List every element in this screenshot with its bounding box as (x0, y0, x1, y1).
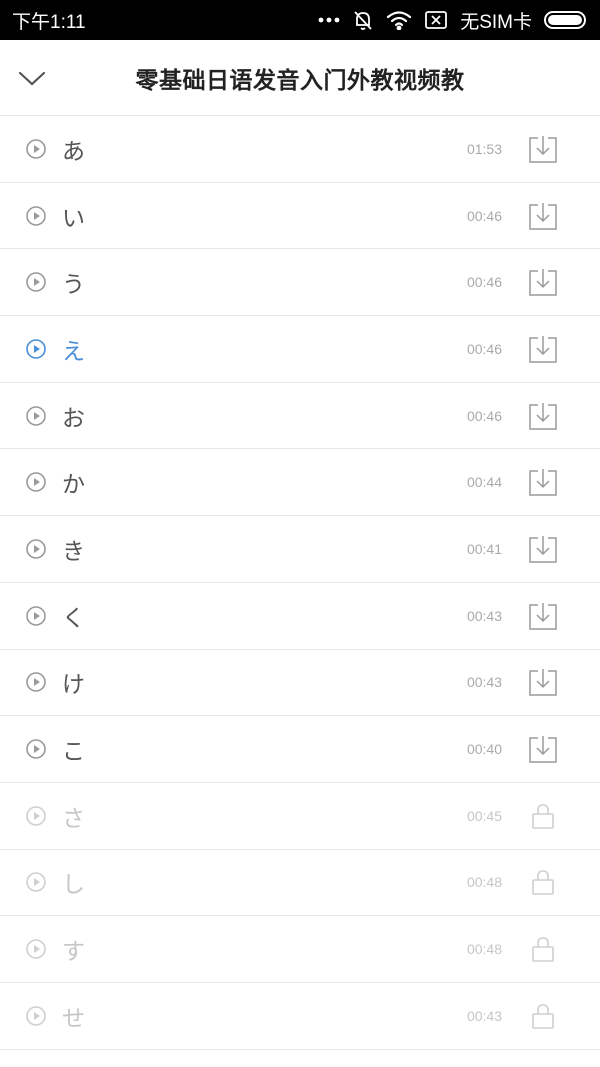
download-icon[interactable] (528, 467, 558, 497)
play-circle-icon[interactable] (25, 205, 47, 227)
lesson-row[interactable]: う 00:46 (0, 249, 600, 317)
download-icon[interactable] (528, 667, 558, 697)
lesson-duration: 00:46 (466, 340, 502, 357)
play-circle-icon[interactable] (25, 1005, 47, 1027)
play-circle-icon[interactable] (25, 671, 47, 693)
lesson-row[interactable]: こ 00:40 (0, 716, 600, 783)
play-circle-icon[interactable] (25, 538, 47, 560)
collapse-button[interactable] (16, 62, 48, 94)
lesson-duration: 00:48 (466, 874, 502, 891)
lesson-row[interactable]: く 00:43 (0, 583, 600, 650)
lesson-row[interactable]: か 00:44 (0, 449, 600, 517)
lesson-duration: 00:43 (466, 607, 502, 624)
lesson-row[interactable]: さ 00:45 (0, 783, 600, 850)
play-circle-icon[interactable] (25, 805, 47, 827)
lesson-row[interactable]: え 00:46 (0, 316, 600, 383)
page-title: 零基础日语发音入门外教视频教 (135, 67, 465, 94)
lesson-title: す (62, 939, 85, 966)
lesson-title: く (62, 605, 85, 632)
play-circle-icon[interactable] (25, 938, 47, 960)
play-circle-icon[interactable] (25, 138, 47, 160)
lock-icon (528, 934, 558, 964)
download-icon[interactable] (528, 267, 558, 297)
lesson-title: こ (62, 739, 85, 766)
lesson-duration: 00:46 (466, 274, 502, 291)
chevron-down-icon (18, 71, 46, 86)
lesson-duration: 00:46 (466, 407, 502, 424)
download-icon[interactable] (528, 134, 558, 164)
lesson-duration: 01:53 (466, 140, 502, 157)
lesson-duration: 00:45 (466, 807, 502, 824)
more-dots-icon (318, 16, 340, 24)
lesson-row[interactable]: お 00:46 (0, 383, 600, 450)
page-header: 零基础日语发音入门外教视频教 (0, 40, 600, 116)
lesson-title: あ (62, 138, 85, 165)
lesson-duration: 00:43 (466, 1007, 502, 1024)
lock-icon (528, 801, 558, 831)
lesson-row[interactable]: せ 00:43 (0, 983, 600, 1050)
download-icon[interactable] (528, 401, 558, 431)
download-icon[interactable] (528, 334, 558, 364)
lesson-duration: 00:43 (466, 674, 502, 691)
lesson-row[interactable]: き 00:41 (0, 516, 600, 583)
lock-icon (528, 867, 558, 897)
download-icon[interactable] (528, 201, 558, 231)
lesson-duration: 00:40 (466, 741, 502, 758)
download-icon[interactable] (528, 734, 558, 764)
status-bar: 下午1:11 无SIM卡 (0, 0, 600, 40)
status-icons: 无SIM卡 (318, 7, 588, 34)
lesson-row[interactable]: す 00:48 (0, 916, 600, 983)
lesson-title: し (62, 872, 85, 899)
status-time: 下午1:11 (12, 11, 86, 33)
lesson-title: せ (62, 1005, 85, 1032)
lesson-title: か (62, 472, 85, 499)
play-circle-icon[interactable] (25, 405, 47, 427)
lesson-duration: 00:48 (466, 941, 502, 958)
lesson-duration: 00:44 (466, 474, 502, 491)
lesson-title: さ (62, 805, 85, 832)
lesson-title: え (62, 338, 85, 365)
lock-icon (528, 1001, 558, 1031)
lesson-title: き (62, 538, 85, 565)
lesson-duration: 00:46 (466, 207, 502, 224)
lesson-title: け (62, 672, 85, 699)
no-sim-icon (424, 10, 448, 30)
lesson-title: い (62, 205, 85, 232)
play-circle-icon[interactable] (25, 271, 47, 293)
lesson-title: う (62, 272, 85, 299)
download-icon[interactable] (528, 534, 558, 564)
lesson-row[interactable]: し 00:48 (0, 850, 600, 917)
lesson-row[interactable]: い 00:46 (0, 183, 600, 250)
lesson-title: お (62, 405, 85, 432)
play-circle-icon[interactable] (25, 338, 47, 360)
battery-icon (544, 10, 588, 30)
play-circle-icon[interactable] (25, 871, 47, 893)
wifi-icon (386, 10, 412, 30)
lesson-list: あ 01:53 い 00:46 う 00:46 え 00:46 お 00:46 か 00:44 き 00:… (0, 116, 600, 1050)
play-circle-icon[interactable] (25, 471, 47, 493)
play-circle-icon[interactable] (25, 738, 47, 760)
lesson-row[interactable]: あ 01:53 (0, 116, 600, 183)
lesson-row[interactable]: け 00:43 (0, 650, 600, 717)
lesson-duration: 00:41 (466, 540, 502, 557)
mute-bell-icon (352, 9, 374, 31)
play-circle-icon[interactable] (25, 605, 47, 627)
download-icon[interactable] (528, 601, 558, 631)
carrier-label: 无SIM卡 (460, 11, 532, 33)
